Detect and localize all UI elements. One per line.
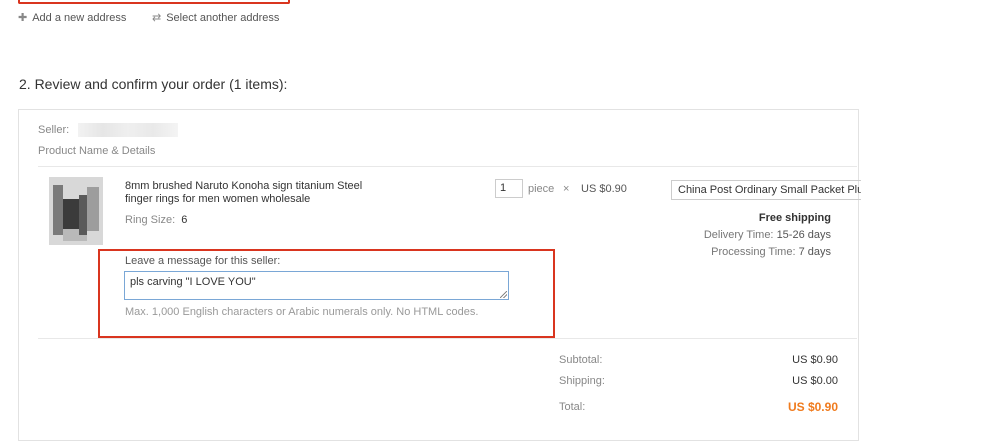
- processing-time: Processing Time: 7 days: [660, 246, 831, 258]
- shipping-method-select[interactable]: China Post Ordinary Small Packet Plus: [671, 180, 861, 200]
- swap-icon: ⇄: [152, 12, 162, 24]
- seller-message-textarea[interactable]: pls carving "I LOVE YOU": [124, 271, 509, 300]
- seller-label: Seller:: [38, 124, 70, 136]
- selected-address-box[interactable]: [18, 0, 290, 4]
- ring-size-value: 6: [181, 214, 188, 226]
- processing-time-label: Processing Time:: [711, 246, 796, 258]
- select-another-address-link[interactable]: ⇄ Select another address: [152, 11, 280, 25]
- product-name-line2: finger rings for men women wholesale: [125, 193, 311, 205]
- quantity-input[interactable]: 1: [495, 179, 523, 198]
- delivery-time-value: 15-26 days: [776, 229, 831, 241]
- section-title: 2. Review and confirm your order (1 item…: [19, 76, 288, 92]
- resize-handle-icon[interactable]: [500, 291, 507, 298]
- product-details-header: Product Name & Details: [38, 145, 156, 157]
- select-another-address-label: Select another address: [166, 11, 280, 24]
- seller-name-redacted: [78, 123, 178, 137]
- divider-bottom: [38, 338, 857, 339]
- product-name-line1: 8mm brushed Naruto Konoha sign titanium …: [125, 180, 363, 192]
- add-new-address-label: Add a new address: [32, 11, 127, 24]
- delivery-time-label: Delivery Time:: [703, 229, 774, 241]
- subtotal-value: US $0.90: [792, 354, 838, 366]
- free-shipping-label: Free shipping: [758, 212, 831, 224]
- total-value: US $0.90: [787, 400, 838, 414]
- divider-top: [38, 166, 857, 167]
- processing-time-value: 7 days: [798, 246, 831, 258]
- times-sign: ×: [563, 183, 570, 195]
- add-new-address-link[interactable]: ✚ Add a new address: [18, 11, 127, 25]
- unit-price: US $0.90: [581, 183, 627, 195]
- total-label: Total:: [559, 401, 586, 413]
- shipping-value: US $0.00: [792, 375, 838, 387]
- seller-message-value: pls carving "I LOVE YOU": [130, 276, 256, 288]
- plus-icon: ✚: [18, 12, 28, 24]
- message-label: Leave a message for this seller:: [125, 255, 281, 267]
- shipping-label: Shipping:: [559, 375, 605, 387]
- unit-label: piece: [528, 183, 555, 195]
- message-hint: Max. 1,000 English characters or Arabic …: [125, 306, 479, 318]
- delivery-time: Delivery Time: 15-26 days: [660, 229, 831, 241]
- ring-size-label: Ring Size:: [125, 214, 176, 226]
- product-thumbnail[interactable]: [49, 177, 103, 245]
- ring-size: Ring Size: 6: [125, 214, 187, 226]
- subtotal-label: Subtotal:: [559, 354, 603, 366]
- product-name-link[interactable]: 8mm brushed Naruto Konoha sign titanium …: [125, 180, 375, 206]
